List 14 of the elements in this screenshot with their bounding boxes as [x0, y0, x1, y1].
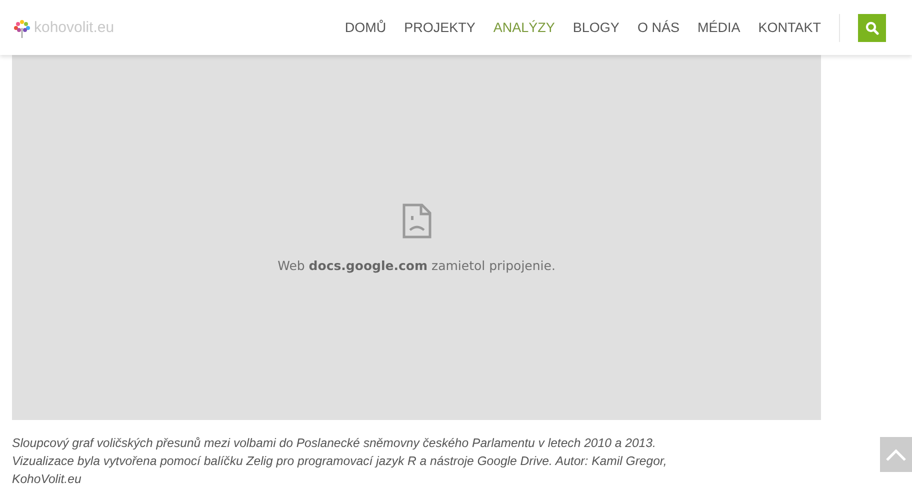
figure-caption: Sloupcový graf voličských přesunů mezi volbami do Poslanecké sněmovny českého Parlamentu v letech 2010 a 2013. Vizualizace byla vytvořena pomocí balíčku Zelig pro programovací jazyk R a nástroje Google Drive. Autor: Kamil Gregor, KohoVolit.eu	[12, 435, 668, 488]
nav-link[interactable]: BLOGY	[564, 20, 628, 35]
search-icon	[865, 20, 879, 34]
tree-logo-icon	[12, 18, 32, 38]
chevron-up-icon	[885, 448, 907, 462]
search-button[interactable]	[858, 14, 886, 42]
nav-link[interactable]: O NÁS	[628, 20, 688, 35]
nav-link[interactable]: PROJEKTY	[395, 20, 484, 35]
nav-link[interactable]: KONTAKT	[749, 20, 830, 35]
nav-link[interactable]: MÉDIA	[688, 20, 750, 35]
broken-page-icon	[400, 202, 432, 240]
error-message: Web docs.google.com zamietol pripojenie.	[278, 258, 556, 273]
nav-link[interactable]: DOMŮ	[336, 20, 396, 35]
scroll-top-button[interactable]	[880, 437, 912, 472]
